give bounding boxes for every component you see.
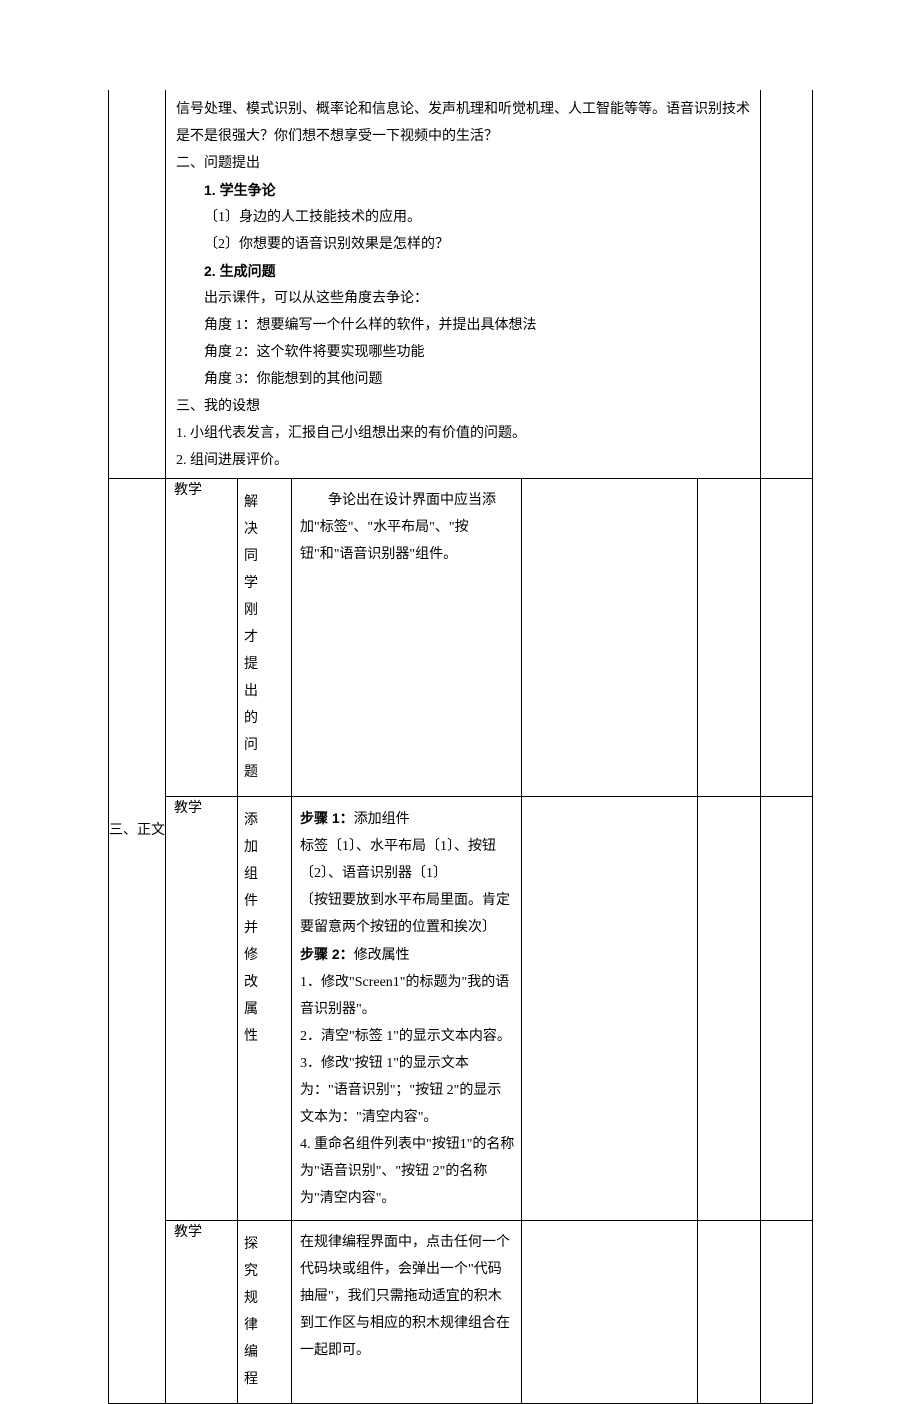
intro-rightcol [761,90,813,479]
intro-h2-2-intro: 出示课件，可以从这些角度去争论： [176,285,750,312]
intro-h2-2-a2: 角度 2：这个软件将要实现哪些功能 [176,339,750,366]
table-row-col3: 添加组件并修改属性 [238,797,292,1221]
table-row-col5 [522,1221,698,1404]
intro-h2-2-a3: 角度 3：你能想到的其他问题 [176,366,750,393]
table-row-col6 [698,797,761,1221]
table-row-col6 [698,1221,761,1404]
intro-h2-1-item1: 〔1〕身边的人工技能技术的应用。 [176,204,750,231]
table-row-col4: 步骤 1：添加组件标签〔1〕、水平布局〔1〕、按钮〔2〕、语音识别器〔1〕〔按钮… [292,797,522,1221]
intro-heading2: 二、问题提出 [176,150,750,177]
table-row-col6 [698,479,761,797]
intro-h3-2: 2. 组间进展评价。 [176,447,750,474]
section-label-upper [109,90,166,479]
table-row-col3: 解决同学刚才提出的问题 [238,479,292,797]
table-row-col5 [522,479,698,797]
table-row-col2: 教学 [166,797,238,1221]
table-row-col2: 教学 [166,1221,238,1404]
intro-h2-1: 1. 学生争论 [176,177,750,204]
intro-h3-1: 1. 小组代表发言，汇报自己小组想出来的有价值的问题。 [176,420,750,447]
table-row-col7 [761,479,813,797]
intro-h2-2-a1: 角度 1：想要编写一个什么样的软件，并提出具体想法 [176,312,750,339]
table-row-col7 [761,797,813,1221]
intro-heading3: 三、我的设想 [176,393,750,420]
table-row-col3: 探究规律编程 [238,1221,292,1404]
table-row-col7 [761,1221,813,1404]
table-row-col2: 教学 [166,479,238,797]
intro-h2-2: 2. 生成问题 [176,258,750,285]
section-label: 三、正文 [109,479,166,1404]
table-row-col4: 争论出在设计界面中应当添加"标签"、"水平布局"、"按钮"和"语音识别器"组件。 [292,479,522,797]
intro-h2-1-item2: 〔2〕你想要的语音识别效果是怎样的？ [176,231,750,258]
intro-content: 信号处理、模式识别、概率论和信息论、发声机理和听觉机理、人工智能等等。语音识别技… [166,90,761,479]
table-row-col5 [522,797,698,1221]
table-row-col4: 在规律编程界面中，点击任何一个代码块或组件，会弹出一个"代码抽屉"，我们只需拖动… [292,1221,522,1404]
intro-para1: 信号处理、模式识别、概率论和信息论、发声机理和听觉机理、人工智能等等。语音识别技… [176,96,750,150]
